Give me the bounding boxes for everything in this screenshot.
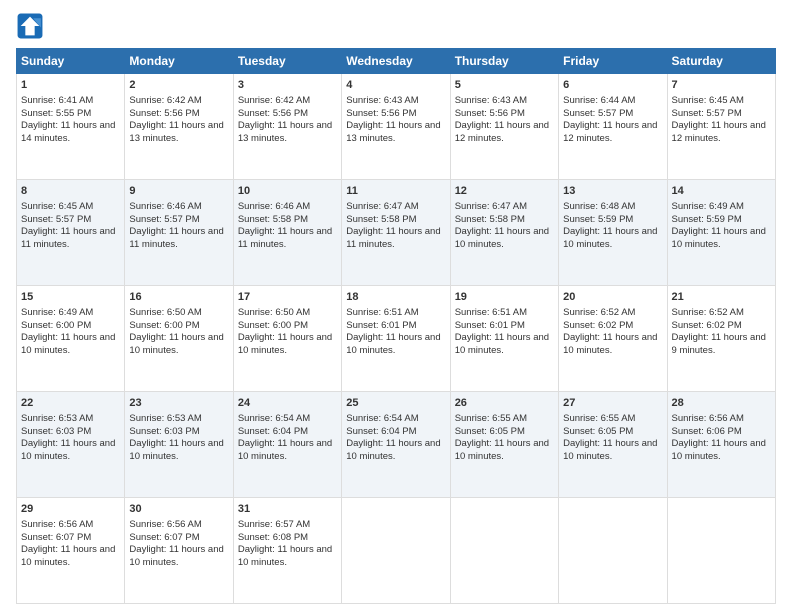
calendar-cell: 1Sunrise: 6:41 AMSunset: 5:55 PMDaylight… bbox=[17, 74, 125, 180]
week-row-2: 8Sunrise: 6:45 AMSunset: 5:57 PMDaylight… bbox=[17, 180, 776, 286]
calendar-cell: 11Sunrise: 6:47 AMSunset: 5:58 PMDayligh… bbox=[342, 180, 450, 286]
day-number: 17 bbox=[238, 290, 337, 305]
calendar-cell: 9Sunrise: 6:46 AMSunset: 5:57 PMDaylight… bbox=[125, 180, 233, 286]
col-header-sunday: Sunday bbox=[17, 49, 125, 74]
calendar-cell: 8Sunrise: 6:45 AMSunset: 5:57 PMDaylight… bbox=[17, 180, 125, 286]
col-header-monday: Monday bbox=[125, 49, 233, 74]
col-header-wednesday: Wednesday bbox=[342, 49, 450, 74]
calendar-cell: 3Sunrise: 6:42 AMSunset: 5:56 PMDaylight… bbox=[233, 74, 341, 180]
header bbox=[16, 12, 776, 40]
calendar-cell: 29Sunrise: 6:56 AMSunset: 6:07 PMDayligh… bbox=[17, 498, 125, 604]
day-number: 3 bbox=[238, 78, 337, 93]
calendar-header-row: SundayMondayTuesdayWednesdayThursdayFrid… bbox=[17, 49, 776, 74]
calendar-cell: 10Sunrise: 6:46 AMSunset: 5:58 PMDayligh… bbox=[233, 180, 341, 286]
page: SundayMondayTuesdayWednesdayThursdayFrid… bbox=[0, 0, 792, 612]
week-row-3: 15Sunrise: 6:49 AMSunset: 6:00 PMDayligh… bbox=[17, 286, 776, 392]
day-number: 20 bbox=[563, 290, 662, 305]
calendar-cell: 6Sunrise: 6:44 AMSunset: 5:57 PMDaylight… bbox=[559, 74, 667, 180]
calendar-cell: 26Sunrise: 6:55 AMSunset: 6:05 PMDayligh… bbox=[450, 392, 558, 498]
day-number: 5 bbox=[455, 78, 554, 93]
day-number: 30 bbox=[129, 502, 228, 517]
day-number: 29 bbox=[21, 502, 120, 517]
col-header-saturday: Saturday bbox=[667, 49, 775, 74]
calendar-cell: 7Sunrise: 6:45 AMSunset: 5:57 PMDaylight… bbox=[667, 74, 775, 180]
calendar-cell: 17Sunrise: 6:50 AMSunset: 6:00 PMDayligh… bbox=[233, 286, 341, 392]
calendar-cell: 25Sunrise: 6:54 AMSunset: 6:04 PMDayligh… bbox=[342, 392, 450, 498]
calendar-cell: 21Sunrise: 6:52 AMSunset: 6:02 PMDayligh… bbox=[667, 286, 775, 392]
calendar-cell bbox=[559, 498, 667, 604]
calendar-cell: 28Sunrise: 6:56 AMSunset: 6:06 PMDayligh… bbox=[667, 392, 775, 498]
calendar-cell: 24Sunrise: 6:54 AMSunset: 6:04 PMDayligh… bbox=[233, 392, 341, 498]
logo bbox=[16, 12, 48, 40]
day-number: 27 bbox=[563, 396, 662, 411]
logo-icon bbox=[16, 12, 44, 40]
day-number: 7 bbox=[672, 78, 771, 93]
calendar-cell: 27Sunrise: 6:55 AMSunset: 6:05 PMDayligh… bbox=[559, 392, 667, 498]
calendar-cell: 18Sunrise: 6:51 AMSunset: 6:01 PMDayligh… bbox=[342, 286, 450, 392]
day-number: 25 bbox=[346, 396, 445, 411]
day-number: 26 bbox=[455, 396, 554, 411]
day-number: 9 bbox=[129, 184, 228, 199]
day-number: 10 bbox=[238, 184, 337, 199]
day-number: 16 bbox=[129, 290, 228, 305]
calendar-cell: 4Sunrise: 6:43 AMSunset: 5:56 PMDaylight… bbox=[342, 74, 450, 180]
calendar-cell: 14Sunrise: 6:49 AMSunset: 5:59 PMDayligh… bbox=[667, 180, 775, 286]
day-number: 8 bbox=[21, 184, 120, 199]
calendar-cell bbox=[450, 498, 558, 604]
calendar-cell bbox=[342, 498, 450, 604]
calendar-cell: 5Sunrise: 6:43 AMSunset: 5:56 PMDaylight… bbox=[450, 74, 558, 180]
calendar-cell: 12Sunrise: 6:47 AMSunset: 5:58 PMDayligh… bbox=[450, 180, 558, 286]
col-header-thursday: Thursday bbox=[450, 49, 558, 74]
day-number: 13 bbox=[563, 184, 662, 199]
calendar-cell: 23Sunrise: 6:53 AMSunset: 6:03 PMDayligh… bbox=[125, 392, 233, 498]
calendar-cell bbox=[667, 498, 775, 604]
week-row-4: 22Sunrise: 6:53 AMSunset: 6:03 PMDayligh… bbox=[17, 392, 776, 498]
col-header-tuesday: Tuesday bbox=[233, 49, 341, 74]
calendar-cell: 15Sunrise: 6:49 AMSunset: 6:00 PMDayligh… bbox=[17, 286, 125, 392]
calendar-cell: 30Sunrise: 6:56 AMSunset: 6:07 PMDayligh… bbox=[125, 498, 233, 604]
day-number: 19 bbox=[455, 290, 554, 305]
day-number: 28 bbox=[672, 396, 771, 411]
day-number: 24 bbox=[238, 396, 337, 411]
day-number: 21 bbox=[672, 290, 771, 305]
calendar-cell: 20Sunrise: 6:52 AMSunset: 6:02 PMDayligh… bbox=[559, 286, 667, 392]
day-number: 15 bbox=[21, 290, 120, 305]
day-number: 12 bbox=[455, 184, 554, 199]
calendar-cell: 22Sunrise: 6:53 AMSunset: 6:03 PMDayligh… bbox=[17, 392, 125, 498]
day-number: 2 bbox=[129, 78, 228, 93]
week-row-5: 29Sunrise: 6:56 AMSunset: 6:07 PMDayligh… bbox=[17, 498, 776, 604]
day-number: 6 bbox=[563, 78, 662, 93]
day-number: 31 bbox=[238, 502, 337, 517]
day-number: 22 bbox=[21, 396, 120, 411]
day-number: 23 bbox=[129, 396, 228, 411]
calendar-cell: 31Sunrise: 6:57 AMSunset: 6:08 PMDayligh… bbox=[233, 498, 341, 604]
day-number: 4 bbox=[346, 78, 445, 93]
day-number: 1 bbox=[21, 78, 120, 93]
day-number: 14 bbox=[672, 184, 771, 199]
day-number: 11 bbox=[346, 184, 445, 199]
calendar-cell: 2Sunrise: 6:42 AMSunset: 5:56 PMDaylight… bbox=[125, 74, 233, 180]
calendar-cell: 13Sunrise: 6:48 AMSunset: 5:59 PMDayligh… bbox=[559, 180, 667, 286]
col-header-friday: Friday bbox=[559, 49, 667, 74]
calendar-cell: 16Sunrise: 6:50 AMSunset: 6:00 PMDayligh… bbox=[125, 286, 233, 392]
calendar-cell: 19Sunrise: 6:51 AMSunset: 6:01 PMDayligh… bbox=[450, 286, 558, 392]
calendar-table: SundayMondayTuesdayWednesdayThursdayFrid… bbox=[16, 48, 776, 604]
day-number: 18 bbox=[346, 290, 445, 305]
week-row-1: 1Sunrise: 6:41 AMSunset: 5:55 PMDaylight… bbox=[17, 74, 776, 180]
